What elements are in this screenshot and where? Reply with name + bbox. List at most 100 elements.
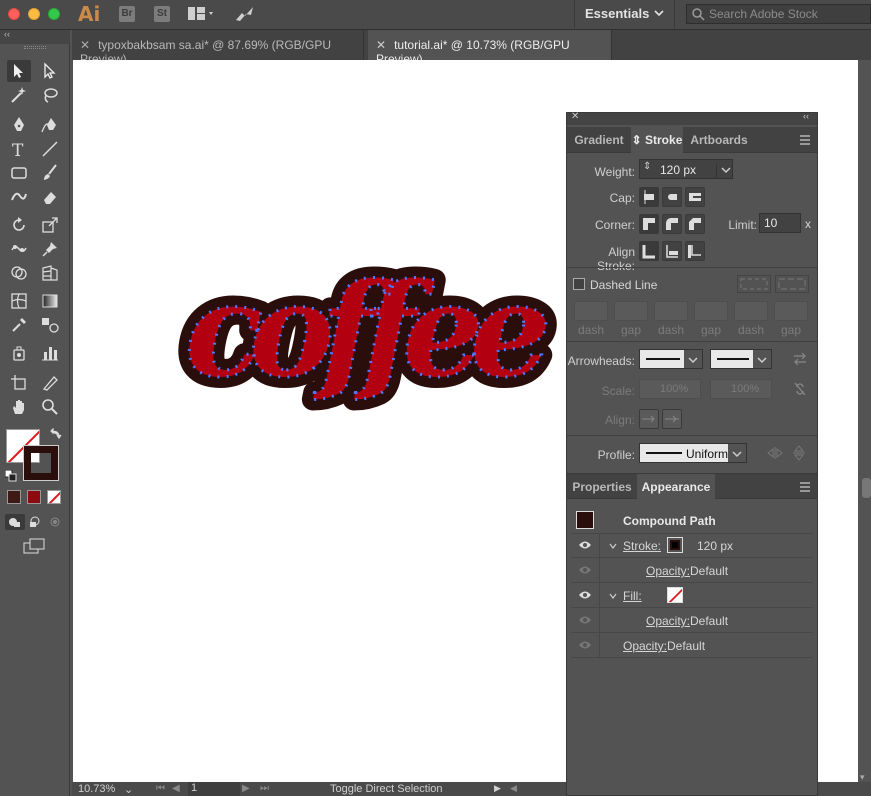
slice-tool-icon[interactable]: [38, 372, 62, 394]
close-panel-icon[interactable]: ✕: [571, 111, 579, 122]
chevron-down-icon[interactable]: [684, 350, 702, 368]
tab-stroke[interactable]: ⇕ Stroke: [631, 127, 683, 153]
draw-inside-icon[interactable]: [46, 514, 64, 530]
arrow-place-icon[interactable]: [662, 409, 682, 429]
eye-icon[interactable]: [578, 539, 592, 553]
dash-field-2[interactable]: [654, 301, 688, 321]
arrange-documents-icon[interactable]: [187, 6, 215, 25]
collapse-panel-icon[interactable]: ‹‹: [803, 111, 809, 121]
line-segment-tool-icon[interactable]: [38, 138, 62, 160]
minimize-window-button[interactable]: [28, 8, 40, 20]
stroke-color-swatch[interactable]: [667, 537, 683, 553]
chevron-down-icon[interactable]: ⌄: [124, 783, 133, 796]
gap-field-3[interactable]: [774, 301, 808, 321]
start-scale-field[interactable]: 100%: [639, 379, 701, 399]
stock-button[interactable]: St: [154, 6, 170, 22]
dash-align-corners-icon[interactable]: [775, 275, 809, 293]
toolbar-grip[interactable]: [24, 46, 46, 49]
eye-icon[interactable]: [578, 589, 592, 603]
eye-icon[interactable]: [578, 614, 592, 628]
next-artboard-icon[interactable]: ▶: [242, 783, 250, 794]
profile-select[interactable]: Uniform: [639, 443, 747, 463]
puppet-warp-tool-icon[interactable]: [7, 238, 31, 260]
start-arrowhead-select[interactable]: [639, 349, 703, 369]
panel-menu-icon[interactable]: [799, 134, 811, 148]
appearance-object-row[interactable]: Compound Path: [571, 508, 813, 534]
scale-tool-icon[interactable]: [38, 214, 62, 236]
mesh-tool-icon[interactable]: [7, 290, 31, 312]
end-scale-field[interactable]: 100%: [710, 379, 772, 399]
fill-color-swatch-none[interactable]: [667, 587, 683, 603]
eye-icon[interactable]: [578, 564, 592, 578]
flip-across-icon[interactable]: [793, 445, 805, 464]
rectangle-tool-icon[interactable]: [7, 162, 31, 184]
default-fill-stroke-icon[interactable]: [4, 469, 17, 485]
align-stroke-outside-icon[interactable]: [685, 241, 705, 261]
draw-behind-icon[interactable]: [26, 514, 44, 530]
opacity-label[interactable]: Opacity:: [623, 639, 667, 653]
appearance-stroke-opacity-row[interactable]: Opacity: Default: [571, 558, 813, 583]
right-scrollbar-thumb[interactable]: [862, 478, 871, 498]
shaper-tool-icon[interactable]: [7, 186, 31, 208]
artboard-tool-icon[interactable]: [7, 372, 31, 394]
bridge-button[interactable]: Br: [119, 6, 135, 22]
none-mode-icon[interactable]: [47, 490, 61, 504]
tab-appearance[interactable]: Appearance: [637, 474, 715, 500]
chevron-down-icon[interactable]: [609, 539, 617, 553]
close-tab-icon[interactable]: ✕: [376, 38, 386, 52]
zoom-tool-icon[interactable]: [38, 396, 62, 418]
workspace-switcher[interactable]: Essentials: [574, 0, 675, 28]
opacity-label[interactable]: Opacity:: [646, 564, 690, 578]
gradient-mode-icon[interactable]: [27, 490, 41, 504]
selection-tool-icon[interactable]: [7, 60, 31, 82]
search-stock-input[interactable]: Search Adobe Stock: [686, 4, 871, 24]
scroll-down-icon[interactable]: ▾: [860, 772, 865, 783]
dashed-line-checkbox[interactable]: [573, 278, 585, 290]
eraser-tool-icon[interactable]: [38, 186, 62, 208]
last-artboard-icon[interactable]: ⏭: [260, 783, 269, 794]
weight-stepper-icon[interactable]: ⇕: [643, 161, 651, 172]
round-cap-icon[interactable]: [662, 187, 682, 207]
zoom-level-field[interactable]: 10.73% ⌄: [78, 783, 138, 796]
type-tool-icon[interactable]: T: [7, 138, 31, 160]
maximize-window-button[interactable]: [48, 8, 60, 20]
panel-titlebar[interactable]: ✕ ‹‹: [567, 111, 817, 125]
gpu-performance-icon[interactable]: [234, 5, 256, 26]
butt-cap-icon[interactable]: [639, 187, 659, 207]
tab-tutorial[interactable]: ✕ tutorial.ai* @ 10.73% (RGB/GPU Preview): [368, 30, 612, 66]
column-graph-tool-icon[interactable]: [38, 342, 62, 364]
appearance-stroke-row[interactable]: Stroke: 120 px: [571, 533, 813, 558]
close-tab-icon[interactable]: ✕: [80, 38, 90, 52]
opacity-label[interactable]: Opacity:: [646, 614, 690, 628]
magic-wand-tool-icon[interactable]: [7, 84, 31, 106]
end-arrowhead-select[interactable]: [710, 349, 772, 369]
pen-tool-icon[interactable]: [7, 114, 31, 136]
fill-label[interactable]: Fill:: [623, 589, 642, 603]
align-stroke-center-icon[interactable]: [639, 241, 659, 261]
pin-tool-icon[interactable]: [38, 238, 62, 260]
curvature-tool-icon[interactable]: [38, 114, 62, 136]
panel-menu-icon[interactable]: [799, 481, 811, 495]
gap-field-1[interactable]: [614, 301, 648, 321]
swap-arrowheads-icon[interactable]: [793, 352, 807, 368]
weight-field[interactable]: ⇕ 120 px: [639, 159, 733, 179]
bevel-join-icon[interactable]: [685, 214, 705, 234]
unlink-scale-icon[interactable]: [793, 381, 807, 400]
round-join-icon[interactable]: [662, 214, 682, 234]
scroll-left-icon[interactable]: ◀: [510, 783, 517, 794]
color-mode-icon[interactable]: [7, 490, 21, 504]
dash-field-1[interactable]: [574, 301, 608, 321]
limit-field[interactable]: 10: [759, 213, 801, 233]
align-stroke-inside-icon[interactable]: [662, 241, 682, 261]
shape-builder-tool-icon[interactable]: [7, 262, 31, 284]
perspective-grid-tool-icon[interactable]: [38, 262, 62, 284]
appearance-object-opacity-row[interactable]: Opacity: Default: [571, 633, 813, 658]
lasso-tool-icon[interactable]: [38, 84, 62, 106]
stroke-swatch[interactable]: [23, 445, 59, 481]
chevron-down-icon[interactable]: [609, 589, 617, 603]
tab-gradient[interactable]: Gradient: [567, 127, 631, 153]
blend-tool-icon[interactable]: [38, 314, 62, 336]
dash-preserve-icon[interactable]: [737, 275, 771, 293]
hand-tool-icon[interactable]: [7, 396, 31, 418]
collapse-icon[interactable]: ‹‹: [4, 29, 10, 39]
